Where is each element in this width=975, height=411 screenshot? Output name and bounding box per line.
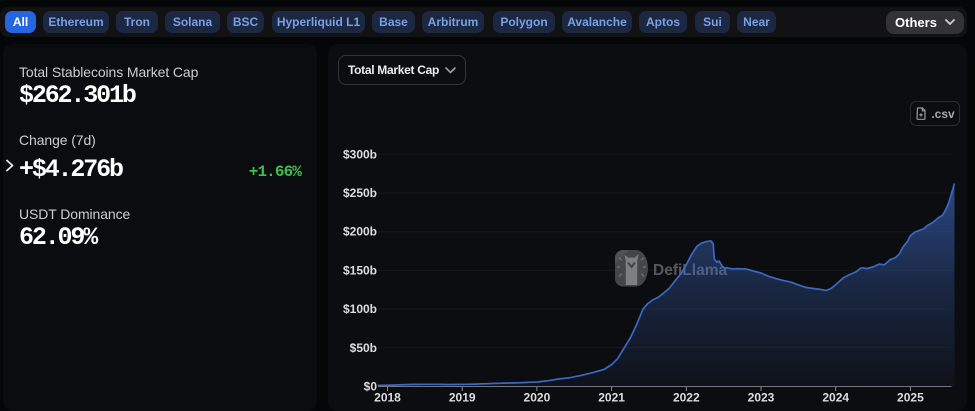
svg-text:$250b: $250b xyxy=(343,186,377,200)
svg-text:$200b: $200b xyxy=(343,225,377,239)
svg-text:2019: 2019 xyxy=(449,391,476,405)
svg-text:2021: 2021 xyxy=(598,391,625,405)
svg-text:2022: 2022 xyxy=(673,391,700,405)
svg-text:$150b: $150b xyxy=(343,263,377,277)
svg-text:$300b: $300b xyxy=(343,147,377,161)
svg-text:$50b: $50b xyxy=(350,341,377,355)
svg-text:2020: 2020 xyxy=(524,391,551,405)
svg-text:2018: 2018 xyxy=(374,391,401,405)
svg-text:2024: 2024 xyxy=(822,391,849,405)
svg-text:$100b: $100b xyxy=(343,302,377,316)
svg-text:2025: 2025 xyxy=(897,391,924,405)
svg-text:2023: 2023 xyxy=(748,391,775,405)
